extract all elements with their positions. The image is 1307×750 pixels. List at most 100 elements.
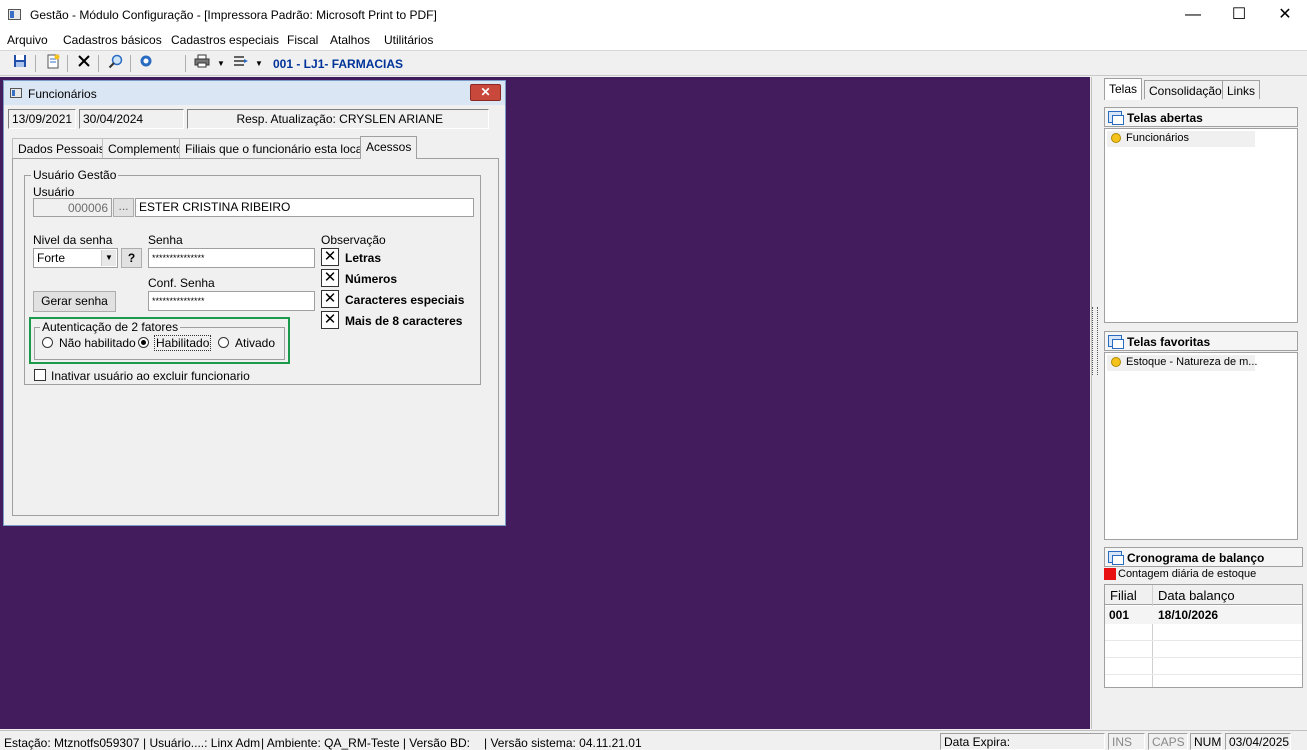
help-button[interactable]: ? bbox=[121, 248, 142, 268]
splitter-handle[interactable] bbox=[1092, 307, 1098, 375]
numeros-label: Números bbox=[345, 272, 398, 286]
header-filial: Filial bbox=[1110, 588, 1137, 603]
header-data-balanco: Data balanço bbox=[1158, 588, 1235, 603]
maximize-button[interactable]: ☐ bbox=[1216, 0, 1262, 30]
print-icon[interactable] bbox=[192, 54, 212, 73]
status-versao: | Versão sistema: 04.11.21.01 bbox=[484, 736, 642, 750]
usuario-name-field[interactable]: ESTER CRISTINA RIBEIRO bbox=[135, 198, 474, 217]
child-title-bar: Funcionários ✕ bbox=[4, 81, 505, 105]
menu-atalhos[interactable]: Atalhos bbox=[330, 33, 370, 47]
status-ambiente: | Ambiente: QA_RM-Teste | Versão BD: bbox=[261, 736, 470, 750]
radio-nao-habilitado[interactable] bbox=[42, 337, 53, 348]
new-document-icon[interactable] bbox=[43, 54, 63, 73]
nivel-senha-value: Forte bbox=[37, 251, 66, 265]
tab-links[interactable]: Links bbox=[1222, 80, 1261, 99]
window-dot-icon bbox=[1111, 357, 1121, 367]
mais-8-caracteres-check[interactable]: ✕ bbox=[321, 311, 339, 329]
window-dot-icon bbox=[1111, 133, 1121, 143]
usuario-label: Usuário bbox=[33, 185, 75, 199]
status-bar: Estação: Mtznotfs059307 | Usuário....: L… bbox=[0, 730, 1307, 750]
inativar-label: Inativar usuário ao excluir funcionario bbox=[51, 369, 250, 383]
tab-complemento[interactable]: Complemento bbox=[102, 138, 189, 158]
observacao-label: Observação bbox=[321, 233, 386, 247]
cronograma-table: Filial Data balanço 001 18/10/2026 bbox=[1104, 584, 1303, 688]
status-ins: INS bbox=[1108, 733, 1145, 750]
conf-senha-input[interactable]: *************** bbox=[148, 291, 315, 311]
inativar-checkbox[interactable] bbox=[34, 369, 46, 381]
window-icon bbox=[10, 88, 22, 98]
menu-utilitarios[interactable]: Utilitários bbox=[384, 33, 433, 47]
windows-icon bbox=[1108, 111, 1124, 125]
list-item-label: Funcionários bbox=[1126, 132, 1189, 144]
telas-abertas-list: Funcionários bbox=[1104, 128, 1298, 323]
cell-data: 18/10/2026 bbox=[1158, 608, 1219, 622]
caracteres-especiais-check[interactable]: ✕ bbox=[321, 290, 339, 308]
telas-favoritas-list: Estoque - Natureza de m... bbox=[1104, 352, 1298, 540]
telas-favoritas-title: Telas favoritas bbox=[1127, 335, 1211, 349]
tab-filiais[interactable]: Filiais que o funcionário esta locado bbox=[179, 138, 382, 158]
save-icon[interactable] bbox=[10, 54, 30, 73]
store-label: 001 - LJ1- FARMACIAS bbox=[273, 57, 404, 71]
telas-abertas-header: Telas abertas bbox=[1104, 107, 1298, 127]
tab-consolidacao[interactable]: Consolidação bbox=[1144, 80, 1227, 99]
telas-favoritas-header: Telas favoritas bbox=[1104, 331, 1298, 351]
cronograma-title: Cronograma de balanço bbox=[1127, 551, 1265, 565]
list-item-label: Estoque - Natureza de m... bbox=[1126, 356, 1258, 368]
status-usuario: | Usuário....: Linx Adm bbox=[143, 736, 261, 750]
child-title: Funcionários bbox=[28, 87, 97, 101]
status-num: NUM bbox=[1190, 733, 1222, 750]
windows-icon bbox=[1108, 551, 1124, 565]
chevron-down-icon[interactable]: ▼ bbox=[101, 250, 116, 266]
nivel-senha-select[interactable]: Forte ▼ bbox=[33, 248, 118, 268]
nivel-senha-label: Nivel da senha bbox=[33, 233, 113, 247]
windows-icon bbox=[1108, 335, 1124, 349]
status-expira: Data Expira: bbox=[940, 733, 1105, 750]
cell-filial: 001 bbox=[1109, 608, 1130, 622]
senha-label: Senha bbox=[148, 233, 183, 247]
app-icon bbox=[8, 9, 21, 20]
menu-fiscal[interactable]: Fiscal bbox=[287, 33, 318, 47]
ativado-label: Ativado bbox=[235, 336, 276, 350]
tab-dados-pessoais[interactable]: Dados Pessoais bbox=[12, 138, 111, 158]
delete-icon[interactable] bbox=[74, 54, 94, 73]
table-row[interactable]: 001 18/10/2026 bbox=[1105, 606, 1302, 624]
menu-bar: Arquivo Cadastros básicos Cadastros espe… bbox=[0, 30, 1307, 50]
mais-8-caracteres-label: Mais de 8 caracteres bbox=[345, 314, 463, 328]
legend-swatch bbox=[1104, 568, 1116, 580]
list-dropdown-icon[interactable]: ▼ bbox=[249, 54, 269, 73]
menu-arquivo[interactable]: Arquivo bbox=[7, 33, 48, 47]
resp-update-field: Resp. Atualização: CRYSLEN ARIANE bbox=[187, 109, 489, 129]
child-close-button[interactable]: ✕ bbox=[470, 84, 501, 101]
letras-check[interactable]: ✕ bbox=[321, 248, 339, 266]
nao-habilitado-label: Não habilitado bbox=[59, 336, 136, 350]
radio-habilitado[interactable] bbox=[138, 337, 149, 348]
print-dropdown-icon[interactable]: ▼ bbox=[211, 54, 231, 73]
close-button[interactable]: ✕ bbox=[1262, 0, 1307, 30]
minimize-button[interactable]: — bbox=[1170, 0, 1216, 30]
gerar-senha-button[interactable]: Gerar senha bbox=[33, 291, 116, 312]
status-caps: CAPS bbox=[1148, 733, 1188, 750]
group-title: Usuário Gestão bbox=[31, 168, 119, 182]
usuario-lookup-button[interactable]: ... bbox=[113, 198, 134, 217]
settings-icon[interactable] bbox=[136, 54, 156, 73]
list-item[interactable]: Estoque - Natureza de m... bbox=[1107, 355, 1258, 371]
status-date: 03/04/2025 bbox=[1225, 733, 1291, 750]
menu-cadastros-basicos[interactable]: Cadastros básicos bbox=[63, 33, 162, 47]
menu-cadastros-especiais[interactable]: Cadastros especiais bbox=[171, 33, 279, 47]
tab-telas[interactable]: Telas bbox=[1104, 78, 1143, 100]
telas-abertas-title: Telas abertas bbox=[1127, 111, 1203, 125]
usuario-code-field[interactable]: 000006 bbox=[33, 198, 112, 217]
numeros-check[interactable]: ✕ bbox=[321, 269, 339, 287]
radio-ativado[interactable] bbox=[218, 337, 229, 348]
window-title: Gestão - Módulo Configuração - [Impresso… bbox=[30, 8, 437, 22]
senha-input[interactable]: *************** bbox=[148, 248, 315, 268]
title-bar: Gestão - Módulo Configuração - [Impresso… bbox=[0, 0, 1307, 30]
date-created-field: 13/09/2021 bbox=[8, 109, 76, 129]
tab-acessos[interactable]: Acessos bbox=[360, 136, 418, 159]
toolbar: ▼ ▼ 001 - LJ1- FARMACIAS bbox=[0, 50, 1307, 76]
list-item[interactable]: Funcionários bbox=[1107, 131, 1255, 147]
list-icon[interactable] bbox=[230, 54, 250, 73]
status-estacao: Estação: Mtznotfs059307 bbox=[4, 736, 140, 750]
date-updated-field: 30/04/2024 bbox=[79, 109, 184, 129]
search-icon[interactable] bbox=[105, 54, 125, 73]
